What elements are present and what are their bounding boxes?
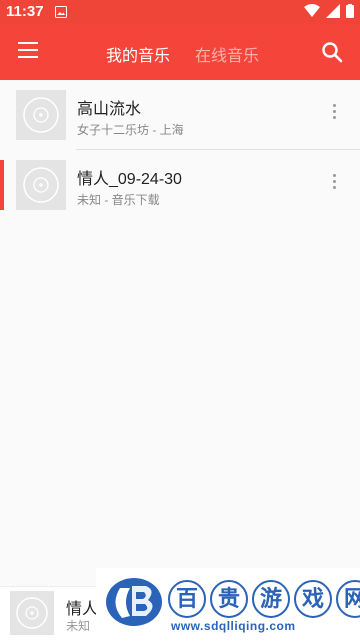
album-art-placeholder-icon [16,90,66,140]
more-options-icon[interactable] [328,104,340,126]
song-subtitle: 未知 - 音乐下载 [77,193,160,207]
watermark-char: 贵 [210,580,248,618]
watermark-char: 戏 [294,580,332,618]
tab-online-music[interactable]: 在线音乐 [195,42,259,66]
player-song-subtitle: 未知 [66,619,91,633]
wifi-icon [304,4,320,17]
tab-my-music[interactable]: 我的音乐 [106,42,170,66]
watermark-char: 网 [336,580,360,618]
watermark-char: 游 [252,580,290,618]
battery-icon [346,4,354,18]
album-art-placeholder-icon [16,160,66,210]
player-song-title: 情人 [66,601,99,618]
status-time: 11:37 [6,3,44,20]
song-title: 情人_09-24-30 [77,171,182,188]
image-notification-icon [55,6,67,18]
song-list: 高山流水 女子十二乐坊 - 上海 情人_09-24-30 未知 - 音乐下载 [0,80,360,220]
now-playing-indicator [0,160,4,210]
watermark-url: www.sdqlliqing.com [171,619,296,633]
song-subtitle: 女子十二乐坊 - 上海 [77,123,184,137]
signal-icon [326,4,340,18]
status-bar: 11:37 [0,0,360,24]
menu-icon[interactable] [18,42,38,62]
more-options-icon[interactable] [328,174,340,196]
app-toolbar: 我的音乐 在线音乐 [0,24,360,80]
search-icon[interactable] [321,41,343,63]
song-title: 高山流水 [77,101,142,118]
watermark-logo-icon [106,578,162,626]
song-row[interactable]: 高山流水 女子十二乐坊 - 上海 [0,80,360,150]
player-album-art-icon [10,591,54,635]
site-watermark: 百 贵 游 戏 网 www.sdqlliqing.com [96,568,360,640]
watermark-char: 百 [168,580,206,618]
song-row[interactable]: 情人_09-24-30 未知 - 音乐下载 [0,150,360,220]
